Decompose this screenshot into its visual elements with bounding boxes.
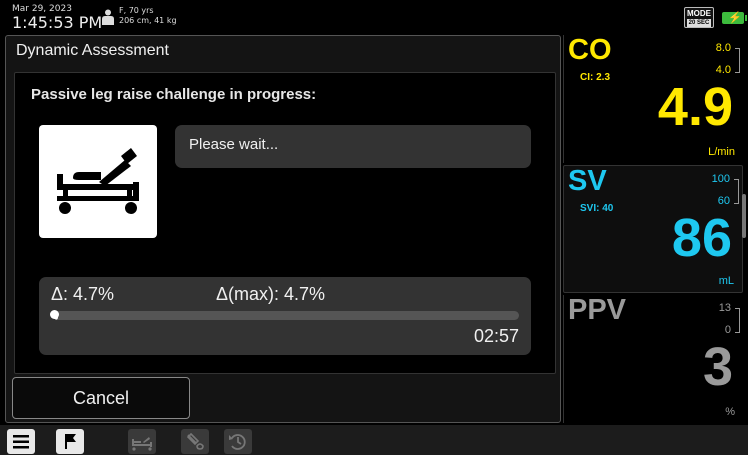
countdown-timer: 02:57 xyxy=(473,326,519,346)
ppv-upper-limit: 13 xyxy=(718,302,731,314)
co-lower-limit: 4.0 xyxy=(715,64,731,76)
mode-interval: 20 SEC xyxy=(687,19,711,27)
fluid-bolus-icon xyxy=(186,432,204,450)
battery-charging-icon: ⚡ xyxy=(722,12,747,24)
ci-value: CI: 2.3 xyxy=(580,72,611,83)
instruction-text: Passive leg raise challenge in progress: xyxy=(31,86,317,103)
ppv-value: 3 xyxy=(702,337,733,397)
sv-upper-limit: 100 xyxy=(711,173,730,185)
co-upper-limit: 8.0 xyxy=(715,42,731,54)
co-range-bracket xyxy=(735,48,740,73)
person-icon xyxy=(102,9,114,25)
delta-max-value: Δ(max): 4.7% xyxy=(216,284,326,304)
co-unit: L/min xyxy=(708,146,735,158)
ppv-parameter-tile[interactable]: PPV 13 0 3 % xyxy=(563,294,743,423)
sv-value: 86 xyxy=(671,208,732,268)
leg-raise-bed-icon xyxy=(57,148,139,214)
delta-value: Δ: 4.7% xyxy=(51,284,115,304)
mode-label: MODE xyxy=(687,9,711,18)
progress-bar xyxy=(53,311,519,320)
menu-button[interactable] xyxy=(7,429,35,454)
ppv-lower-limit: 0 xyxy=(724,324,731,336)
bottom-nav-bar xyxy=(0,425,748,455)
ppv-unit: % xyxy=(725,406,735,418)
patient-sex-age: F, 70 yrs xyxy=(119,6,154,15)
fluid-bolus-button[interactable] xyxy=(181,429,209,454)
bed-button[interactable] xyxy=(128,429,156,454)
progress-box: Δ: 4.7% Δ(max): 4.7% 02:57 xyxy=(39,277,531,355)
bed-icon xyxy=(132,437,152,451)
cancel-button[interactable]: Cancel xyxy=(12,377,190,419)
flag-button[interactable] xyxy=(56,429,84,454)
co-parameter-tile[interactable]: CO CI: 2.3 8.0 4.0 4.9 L/min xyxy=(563,34,743,163)
sv-lower-limit: 60 xyxy=(717,195,730,207)
ppv-name: PPV xyxy=(568,294,627,326)
tile-scroll-handle[interactable] xyxy=(742,194,746,238)
status-bar: Mar 29, 2023 1:45:53 PM F, 70 yrs 206 cm… xyxy=(0,0,748,34)
sv-parameter-tile[interactable]: SV SVI: 40 100 60 86 mL xyxy=(563,165,743,293)
time-label: 1:45:53 PM xyxy=(12,13,103,32)
sv-name: SV xyxy=(568,165,607,197)
patient-height-weight: 206 cm, 41 kg xyxy=(119,16,177,25)
co-name: CO xyxy=(568,34,612,66)
status-message: Please wait... xyxy=(189,136,279,153)
sv-unit: mL xyxy=(718,275,734,287)
flag-icon xyxy=(65,434,76,449)
dynamic-assessment-panel: Dynamic Assessment Passive leg raise cha… xyxy=(5,35,561,423)
status-message-box: Please wait... xyxy=(175,125,531,168)
progress-indicator xyxy=(50,310,59,319)
ppv-range-bracket xyxy=(735,308,740,333)
history-icon xyxy=(229,434,246,450)
mode-badge[interactable]: MODE 20 SEC xyxy=(684,7,714,28)
hamburger-menu-icon xyxy=(13,435,29,449)
history-button[interactable] xyxy=(224,429,252,454)
co-value: 4.9 xyxy=(657,77,733,137)
panel-title: Dynamic Assessment xyxy=(16,42,169,59)
leg-raise-bed-tile xyxy=(39,125,157,238)
sv-range-bracket xyxy=(734,179,739,204)
svi-value: SVI: 40 xyxy=(580,203,614,214)
